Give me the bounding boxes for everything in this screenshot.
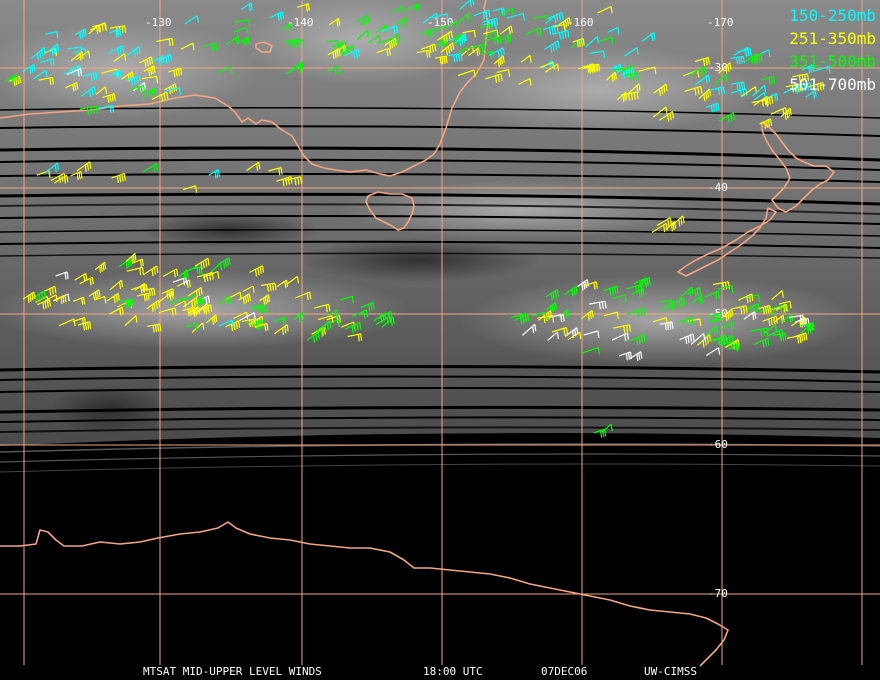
lon-label-170: -170 xyxy=(707,16,734,29)
pressure-legend: 150-250mb 251-350mb 351-500mb 501-700mb xyxy=(789,4,876,96)
lat-label-40: -40 xyxy=(708,181,728,194)
footer-time: 18:00 UTC xyxy=(423,665,483,678)
lon-label-130: -130 xyxy=(145,16,172,29)
lon-label-160: -160 xyxy=(567,16,594,29)
footer-product: MTSAT MID-UPPER LEVEL WINDS xyxy=(143,665,322,678)
legend-351-500mb: 351-500mb xyxy=(789,52,876,71)
legend-501-700mb: 501-700mb xyxy=(789,75,876,94)
lat-label-70: -70 xyxy=(708,587,728,600)
lat-label-60: -60 xyxy=(708,438,728,451)
satellite-wind-map: -130 -140 -150 -160 -170 -30 -40 -50 -60… xyxy=(0,0,880,680)
footer-credit: UW-CIMSS xyxy=(644,665,697,678)
legend-150-250mb: 150-250mb xyxy=(789,6,876,25)
footer-caption: MTSAT MID-UPPER LEVEL WINDS 18:00 UTC 07… xyxy=(0,664,880,680)
legend-251-350mb: 251-350mb xyxy=(789,29,876,48)
footer-date: 07DEC06 xyxy=(541,665,588,678)
